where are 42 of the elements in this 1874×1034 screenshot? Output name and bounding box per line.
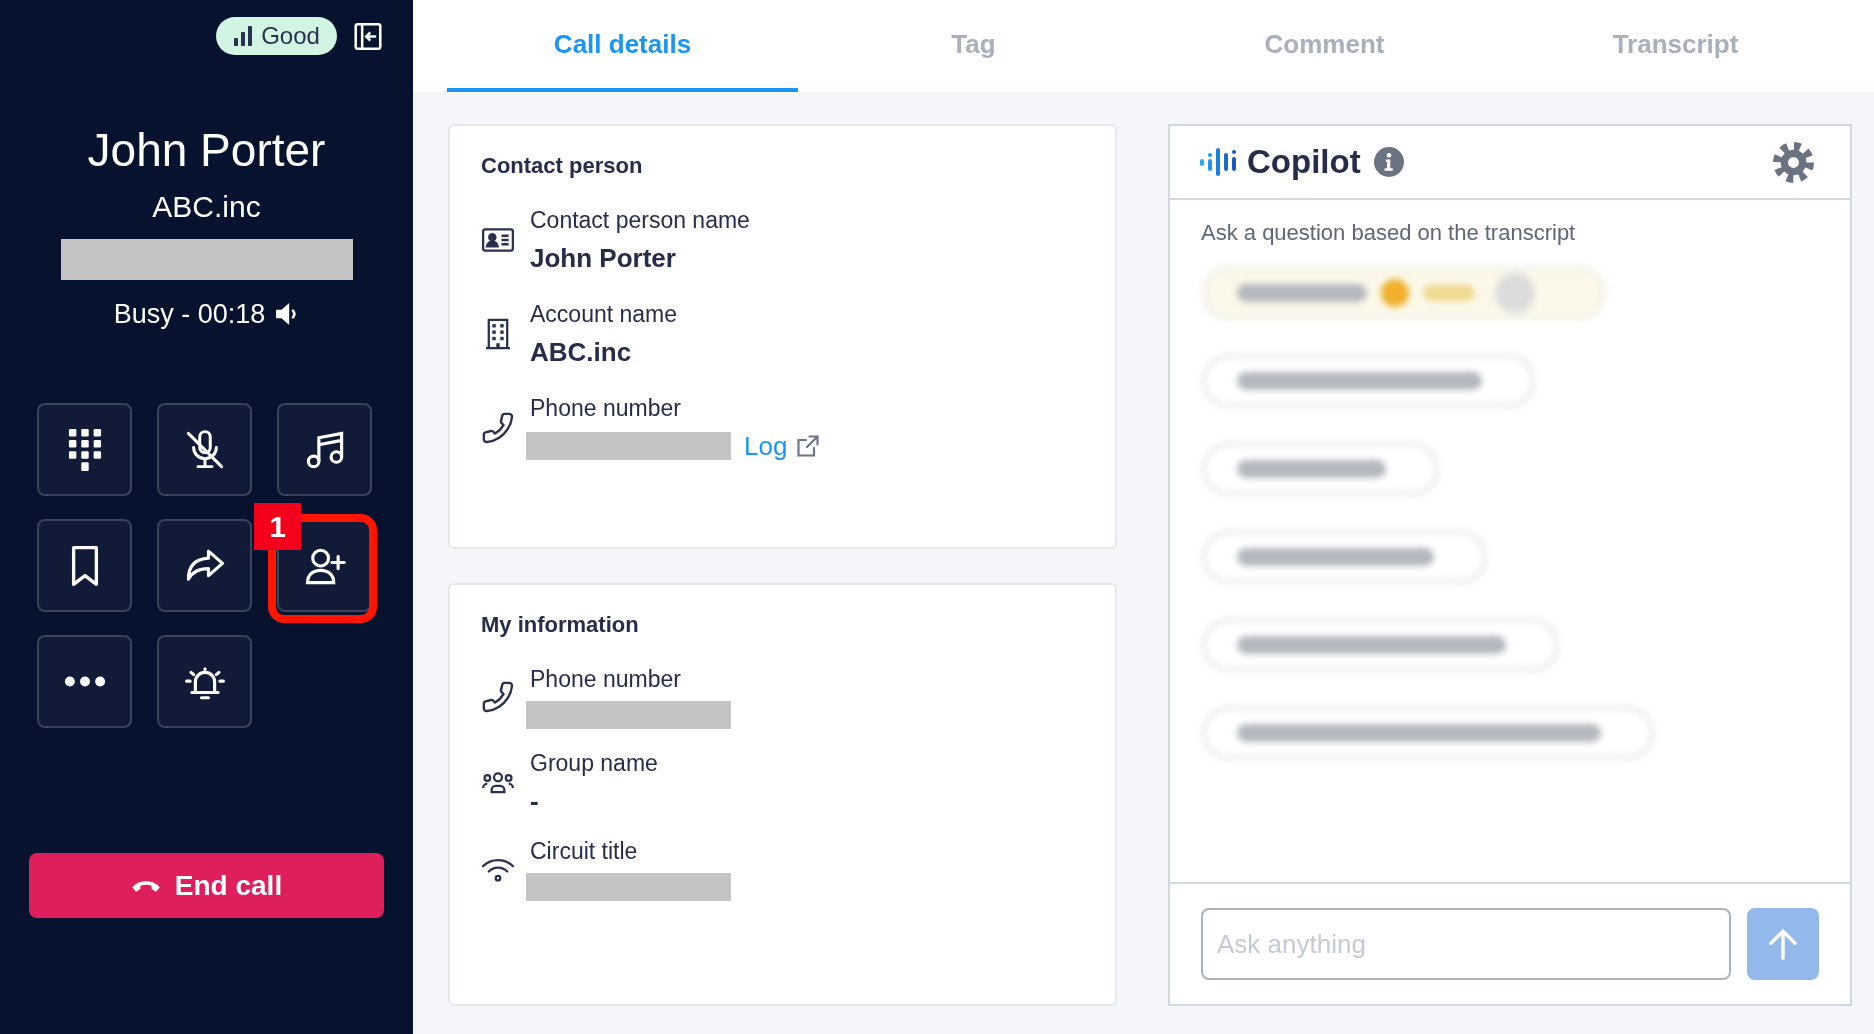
alert-button[interactable] xyxy=(157,635,252,728)
music-button[interactable] xyxy=(277,403,372,496)
call-status-text: Busy - 00:18 xyxy=(113,298,266,330)
connection-quality-label: Good xyxy=(261,22,320,50)
field-value: ABC.inc xyxy=(530,336,632,368)
signal-bars-icon xyxy=(233,26,254,46)
caller-company: ABC.inc xyxy=(152,189,261,225)
collapse-panel-icon[interactable] xyxy=(354,21,382,51)
external-link-icon[interactable] xyxy=(796,434,821,458)
tab[interactable]: Comment xyxy=(1149,0,1500,92)
more-button[interactable] xyxy=(37,635,132,728)
tab[interactable]: Transcript xyxy=(1500,0,1851,92)
ask-input-field[interactable]: Ask anything xyxy=(1201,908,1731,980)
arrow-up-icon xyxy=(1766,927,1800,961)
bookmark-button[interactable] xyxy=(37,519,132,612)
info-icon[interactable] xyxy=(1373,147,1404,177)
settings-icon[interactable] xyxy=(1773,141,1814,183)
forward-button[interactable] xyxy=(157,519,252,612)
field-label: Group name xyxy=(530,749,658,777)
card-title: Contact person xyxy=(481,153,644,179)
field-label: Contact person name xyxy=(530,206,750,234)
end-call-button[interactable]: End call xyxy=(29,853,384,918)
more-icon xyxy=(63,676,106,687)
tab[interactable]: Call details xyxy=(447,0,798,92)
field-label: Account name xyxy=(530,300,678,328)
field-label: Circuit title xyxy=(530,837,638,865)
field-label: Phone number xyxy=(530,665,681,693)
step-number-marker: 1 xyxy=(254,503,301,550)
card-title: My information xyxy=(481,612,640,638)
keypad-button[interactable] xyxy=(37,403,132,496)
caller-name: John Porter xyxy=(87,123,326,178)
mute-button[interactable] xyxy=(157,403,252,496)
field-label: Phone number xyxy=(530,394,681,422)
copilot-prompt-text: Ask a question based on the transcript xyxy=(1201,219,1577,247)
phone-hang-up-icon xyxy=(130,878,161,893)
copilot-title: Copilot xyxy=(1247,142,1361,182)
tab[interactable]: Tag xyxy=(798,0,1149,92)
field-value: - xyxy=(530,785,539,817)
log-link[interactable]: Log xyxy=(744,430,788,462)
phone-icon xyxy=(481,411,515,445)
field-value: John Porter xyxy=(530,242,676,274)
phone-icon xyxy=(481,680,515,714)
